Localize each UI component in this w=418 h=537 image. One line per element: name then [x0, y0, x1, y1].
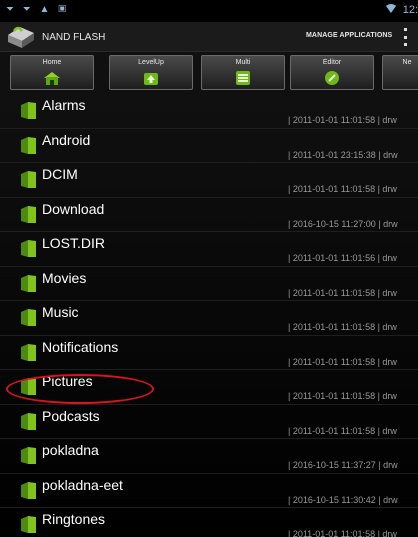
folder-meta: | 2016-10-15 11:30:42 | drw: [288, 494, 398, 505]
app-logo-icon[interactable]: [6, 25, 36, 49]
file-row-lost-dir[interactable]: LOST.DIR | 2011-01-01 11:01:56 | drw: [0, 232, 418, 267]
folder-icon: [18, 135, 38, 155]
folder-icon: [18, 307, 38, 327]
folder-icon: [18, 445, 38, 465]
folder-name: Podcasts: [42, 407, 100, 424]
folder-meta: | 2011-01-01 11:01:58 | drw: [288, 391, 397, 401]
folder-name: Alarms: [42, 97, 86, 113]
status-bar: ⏷ ⏷ ▲ ▣ 12:: [0, 0, 418, 22]
folder-name: pokladna: [42, 442, 99, 458]
folder-meta: | 2016-10-15 11:27:00 | drw: [288, 218, 398, 229]
file-row-android[interactable]: Android | 2011-01-01 23:15:38 | drw: [0, 129, 418, 164]
folder-icon: [18, 411, 38, 431]
folder-icon: [18, 273, 38, 293]
file-list: Alarms | 2011-01-01 11:01:58 | drw Andro…: [0, 94, 418, 537]
folder-icon: [18, 238, 38, 258]
toolbar: Home LevelUp Multi Editor Ne: [0, 52, 418, 94]
app-title: NAND FLASH: [42, 32, 106, 43]
folder-name: LOST.DIR: [42, 235, 106, 251]
folder-icon: [18, 376, 38, 396]
action-bar: NAND FLASH MANAGE APPLICATIONS: [0, 22, 418, 52]
folder-name: Android: [42, 131, 91, 148]
folder-name: Ringtones: [42, 511, 106, 527]
folder-name: Movies: [42, 269, 87, 286]
folder-icon: [18, 204, 38, 224]
folder-icon: [18, 514, 38, 534]
folder-meta: | 2011-01-01 11:01:58 | drw: [288, 356, 397, 367]
editor-button[interactable]: Editor: [290, 55, 374, 90]
folder-icon: [18, 342, 38, 362]
editor-label: Editor: [322, 59, 342, 66]
new-button[interactable]: Ne: [382, 55, 418, 90]
folder-icon: [18, 480, 38, 500]
file-row-movies[interactable]: Movies | 2011-01-01 11:01:58 | drw: [0, 267, 418, 302]
new-label: Ne: [402, 59, 412, 66]
clock: 12:: [402, 4, 418, 16]
levelup-button[interactable]: LevelUp: [109, 55, 193, 90]
manage-applications-button[interactable]: MANAGE APPLICATIONS: [306, 32, 392, 39]
file-row-notifications[interactable]: Notifications | 2011-01-01 11:01:58 | dr…: [0, 336, 418, 371]
file-row-pictures[interactable]: Pictures | 2011-01-01 11:01:58 | drw: [0, 370, 418, 405]
multi-button[interactable]: Multi: [201, 55, 285, 90]
file-row-download[interactable]: Download | 2016-10-15 11:27:00 | drw: [0, 198, 418, 233]
file-row-alarms[interactable]: Alarms | 2011-01-01 11:01:58 | drw: [0, 94, 418, 129]
folder-meta: | 2011-01-01 11:01:58 | drw: [288, 425, 397, 436]
file-row-ringtones[interactable]: Ringtones | 2011-01-01 11:01:58 | drw: [0, 508, 418, 537]
folder-meta: | 2011-01-01 11:01:58 | drw: [288, 529, 397, 537]
multi-label: Multi: [235, 59, 251, 66]
wifi-icon: [385, 4, 399, 16]
home-icon: [43, 70, 61, 86]
folder-meta: | 2011-01-01 11:01:58 | drw: [288, 322, 397, 332]
editor-icon: [323, 70, 341, 86]
folder-name: DCIM: [42, 166, 78, 182]
levelup-label: LevelUp: [138, 59, 164, 66]
notification-icons: ⏷ ⏷ ▲ ▣: [6, 4, 70, 15]
folder-meta: | 2011-01-01 23:15:38 | drw: [288, 149, 398, 160]
folder-name: pokladna-eet: [42, 476, 123, 493]
folder-name: Pictures: [42, 373, 93, 389]
folder-name: Music: [42, 304, 79, 320]
file-row-pokladna-eet[interactable]: pokladna-eet | 2016-10-15 11:30:42 | drw: [0, 474, 418, 509]
levelup-icon: [142, 70, 160, 86]
overflow-menu-icon[interactable]: [404, 28, 409, 46]
file-row-dcim[interactable]: DCIM | 2011-01-01 11:01:58 | drw: [0, 163, 418, 198]
file-row-pokladna[interactable]: pokladna | 2016-10-15 11:37:27 | drw: [0, 439, 418, 474]
folder-icon: [18, 169, 38, 189]
folder-meta: | 2011-01-01 11:01:58 | drw: [288, 115, 397, 125]
folder-icon: [18, 100, 38, 120]
folder-meta: | 2011-01-01 11:01:58 | drw: [288, 287, 397, 298]
folder-meta: | 2011-01-01 11:01:56 | drw: [288, 253, 397, 263]
folder-name: Notifications: [42, 338, 119, 355]
folder-name: Download: [42, 200, 105, 217]
file-row-podcasts[interactable]: Podcasts | 2011-01-01 11:01:58 | drw: [0, 405, 418, 440]
home-label: Home: [42, 59, 62, 66]
home-button[interactable]: Home: [10, 55, 94, 90]
multi-select-icon: [234, 70, 252, 86]
file-row-music[interactable]: Music | 2011-01-01 11:01:58 | drw: [0, 301, 418, 336]
status-right: 12:: [385, 4, 418, 16]
folder-meta: | 2011-01-01 11:01:58 | drw: [288, 184, 397, 194]
folder-meta: | 2016-10-15 11:37:27 | drw: [288, 460, 398, 470]
